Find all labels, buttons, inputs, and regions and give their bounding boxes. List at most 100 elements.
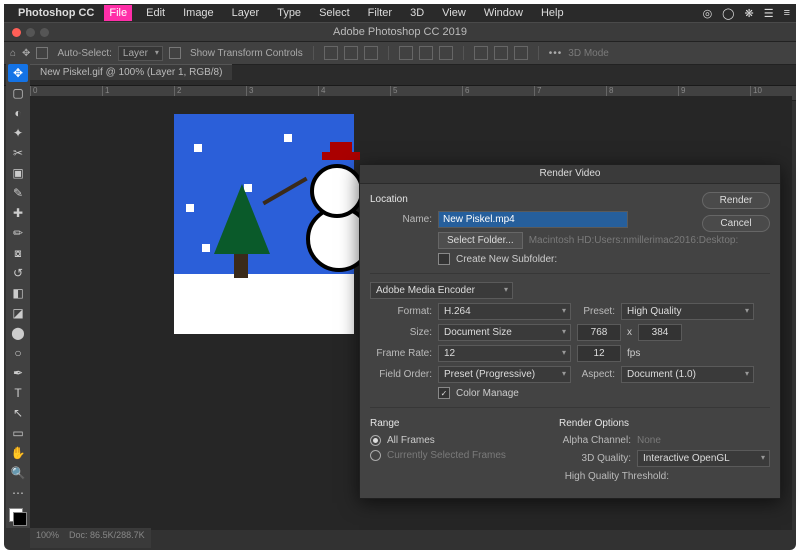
- menu-view[interactable]: View: [438, 6, 470, 20]
- shape-tool[interactable]: ▭: [8, 424, 28, 442]
- width-input[interactable]: 768: [577, 324, 621, 341]
- alpha-value: None: [637, 435, 661, 446]
- create-subfolder-label: Create New Subfolder:: [456, 254, 557, 265]
- crop-tool[interactable]: ✂: [8, 144, 28, 162]
- menu-type[interactable]: Type: [273, 6, 305, 20]
- eyedropper-tool[interactable]: ✎: [8, 184, 28, 202]
- wand-tool[interactable]: ✦: [8, 124, 28, 142]
- type-tool[interactable]: T: [8, 384, 28, 402]
- more-options-icon[interactable]: •••: [549, 48, 563, 59]
- framerate-dropdown[interactable]: 12: [438, 345, 571, 362]
- name-input[interactable]: New Piskel.mp4: [438, 211, 628, 228]
- hand-tool[interactable]: ✋: [8, 444, 28, 462]
- tray-icon[interactable]: ◎: [703, 7, 713, 20]
- menu-file[interactable]: File: [104, 5, 132, 21]
- app-name[interactable]: Photoshop CC: [18, 7, 94, 19]
- color-manage-checkbox[interactable]: [438, 387, 450, 399]
- quality3d-dropdown[interactable]: Interactive OpenGL: [637, 450, 770, 467]
- selected-frames-label: Currently Selected Frames: [387, 450, 506, 461]
- zoom-tool[interactable]: 🔍: [8, 464, 28, 482]
- quality3d-label: 3D Quality:: [559, 453, 631, 464]
- menu-filter[interactable]: Filter: [364, 6, 396, 20]
- frame-tool[interactable]: ▣: [8, 164, 28, 182]
- selected-frames-radio: [370, 450, 381, 461]
- dimension-x: x: [627, 327, 632, 338]
- distribute-icon[interactable]: [494, 46, 508, 60]
- auto-select-checkbox[interactable]: [36, 47, 48, 59]
- stamp-tool[interactable]: ⧇: [8, 244, 28, 262]
- pen-tool[interactable]: ✒: [8, 364, 28, 382]
- zoom-level[interactable]: 100%: [36, 530, 59, 540]
- tray-icon[interactable]: ≡: [784, 7, 790, 20]
- menu-3d[interactable]: 3D: [406, 6, 428, 20]
- size-dropdown[interactable]: Document Size: [438, 324, 571, 341]
- hq-threshold-label: High Quality Threshold:: [559, 471, 669, 482]
- fieldorder-label: Field Order:: [370, 369, 432, 380]
- document-tabs: New Piskel.gif @ 100% (Layer 1, RGB/8): [4, 65, 796, 86]
- menu-image[interactable]: Image: [179, 6, 218, 20]
- distribute-icon[interactable]: [474, 46, 488, 60]
- home-icon[interactable]: ⌂: [10, 48, 16, 59]
- marquee-tool[interactable]: ▢: [8, 84, 28, 102]
- name-label: Name:: [370, 214, 432, 225]
- select-folder-button[interactable]: Select Folder...: [438, 232, 523, 249]
- tray-icon[interactable]: ☰: [764, 7, 774, 20]
- distribute-icon[interactable]: [419, 46, 433, 60]
- align-icon[interactable]: [324, 46, 338, 60]
- path-tool[interactable]: ↖: [8, 404, 28, 422]
- document-canvas[interactable]: [174, 114, 354, 334]
- color-manage-label: Color Manage: [456, 388, 519, 399]
- format-dropdown[interactable]: H.264: [438, 303, 571, 320]
- align-icon[interactable]: [364, 46, 378, 60]
- dialog-title: Render Video: [360, 165, 780, 184]
- transform-checkbox[interactable]: [169, 47, 181, 59]
- move-tool[interactable]: ✥: [8, 64, 28, 82]
- distribute-icon[interactable]: [399, 46, 413, 60]
- format-label: Format:: [370, 306, 432, 317]
- distribute-icon[interactable]: [439, 46, 453, 60]
- doc-size: Doc: 86.5K/288.7K: [69, 530, 145, 540]
- height-input[interactable]: 384: [638, 324, 682, 341]
- menu-edit[interactable]: Edit: [142, 6, 169, 20]
- edit-toolbar[interactable]: ⋯: [8, 484, 28, 502]
- framerate-input[interactable]: 12: [577, 345, 621, 362]
- lasso-tool[interactable]: ◐: [8, 104, 28, 122]
- status-bar: 100% Doc: 86.5K/288.7K: [30, 528, 151, 548]
- cancel-button[interactable]: Cancel: [702, 215, 770, 232]
- all-frames-radio[interactable]: [370, 435, 381, 446]
- preset-dropdown[interactable]: High Quality: [621, 303, 754, 320]
- move-tool-icon: ✥: [22, 48, 30, 59]
- align-icon[interactable]: [344, 46, 358, 60]
- eraser-tool[interactable]: ◧: [8, 284, 28, 302]
- size-label: Size:: [370, 327, 432, 338]
- window-title: Adobe Photoshop CC 2019: [4, 26, 796, 38]
- create-subfolder-checkbox[interactable]: [438, 253, 450, 265]
- fieldorder-dropdown[interactable]: Preset (Progressive): [438, 366, 571, 383]
- render-options-label: Render Options: [559, 418, 770, 429]
- heal-tool[interactable]: ✚: [8, 204, 28, 222]
- all-frames-label: All Frames: [387, 435, 435, 446]
- menu-select[interactable]: Select: [315, 6, 354, 20]
- transform-label: Show Transform Controls: [190, 48, 303, 59]
- menu-layer[interactable]: Layer: [228, 6, 264, 20]
- color-swatches[interactable]: [9, 508, 27, 526]
- history-brush-tool[interactable]: ↺: [8, 264, 28, 282]
- auto-select-dropdown[interactable]: Layer: [118, 46, 163, 61]
- alpha-label: Alpha Channel:: [559, 435, 631, 446]
- range-section-label: Range: [370, 418, 539, 429]
- dodge-tool[interactable]: ○: [8, 344, 28, 362]
- menu-help[interactable]: Help: [537, 6, 568, 20]
- brush-tool[interactable]: ✏: [8, 224, 28, 242]
- render-button[interactable]: Render: [702, 192, 770, 209]
- menu-window[interactable]: Window: [480, 6, 527, 20]
- encoder-dropdown[interactable]: Adobe Media Encoder: [370, 282, 513, 299]
- window-titlebar: Adobe Photoshop CC 2019: [4, 22, 796, 42]
- fps-label: fps: [627, 348, 640, 359]
- tray-icon[interactable]: ❋: [744, 7, 753, 20]
- tray-icon[interactable]: ◯: [722, 7, 734, 20]
- aspect-dropdown[interactable]: Document (1.0): [621, 366, 754, 383]
- document-tab[interactable]: New Piskel.gif @ 100% (Layer 1, RGB/8): [30, 64, 232, 80]
- gradient-tool[interactable]: ◪: [8, 304, 28, 322]
- blur-tool[interactable]: ⬤: [8, 324, 28, 342]
- distribute-icon[interactable]: [514, 46, 528, 60]
